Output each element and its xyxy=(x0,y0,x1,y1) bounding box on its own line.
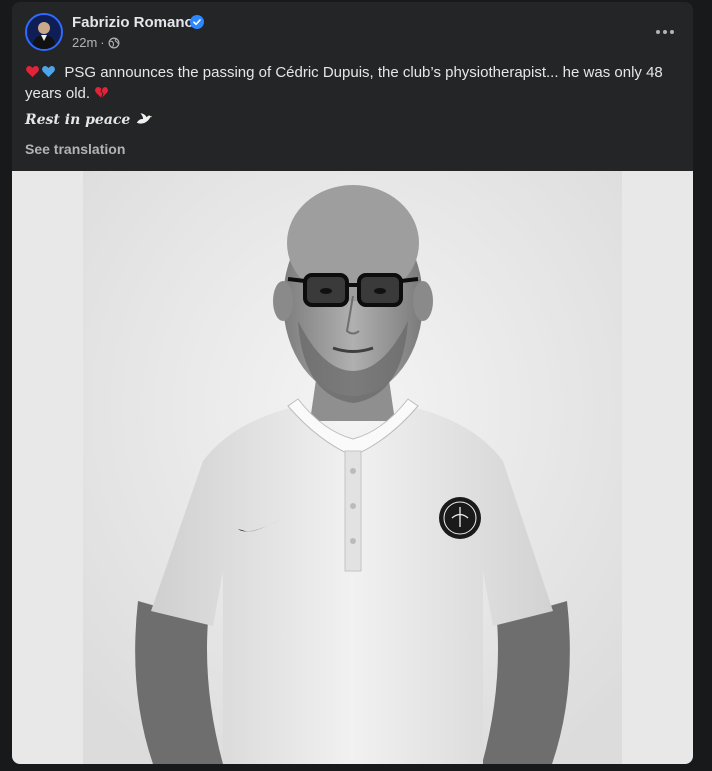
dove-emoji xyxy=(137,113,153,124)
more-options-icon xyxy=(656,30,660,34)
verified-badge-icon xyxy=(190,15,204,29)
post-card: Fabrizio Romano 22m · PSG announces the … xyxy=(12,2,693,764)
meta-separator: · xyxy=(100,35,105,50)
post-header: Fabrizio Romano 22m · xyxy=(12,2,693,62)
avatar[interactable] xyxy=(25,13,63,51)
author-name[interactable]: Fabrizio Romano xyxy=(72,14,194,31)
rest-in-peace-line: Rest in peace xyxy=(25,112,153,128)
post-timestamp[interactable]: 22m xyxy=(72,35,97,50)
post-image-area[interactable] xyxy=(12,171,693,764)
broken-heart-emoji xyxy=(95,87,109,99)
more-options-button[interactable] xyxy=(651,20,679,44)
see-translation-link[interactable]: See translation xyxy=(25,141,125,157)
post-text: PSG announces the passing of Cédric Dupu… xyxy=(25,62,675,104)
post-body-text: PSG announces the passing of Cédric Dupu… xyxy=(25,64,663,102)
rip-text: Rest in peace xyxy=(25,112,131,128)
globe-icon xyxy=(108,37,120,48)
post-photo[interactable] xyxy=(83,171,622,764)
blue-heart-emoji xyxy=(42,66,55,78)
red-heart-emoji xyxy=(26,66,39,78)
portrait-image xyxy=(83,171,622,764)
post-meta: 22m · xyxy=(72,35,120,50)
